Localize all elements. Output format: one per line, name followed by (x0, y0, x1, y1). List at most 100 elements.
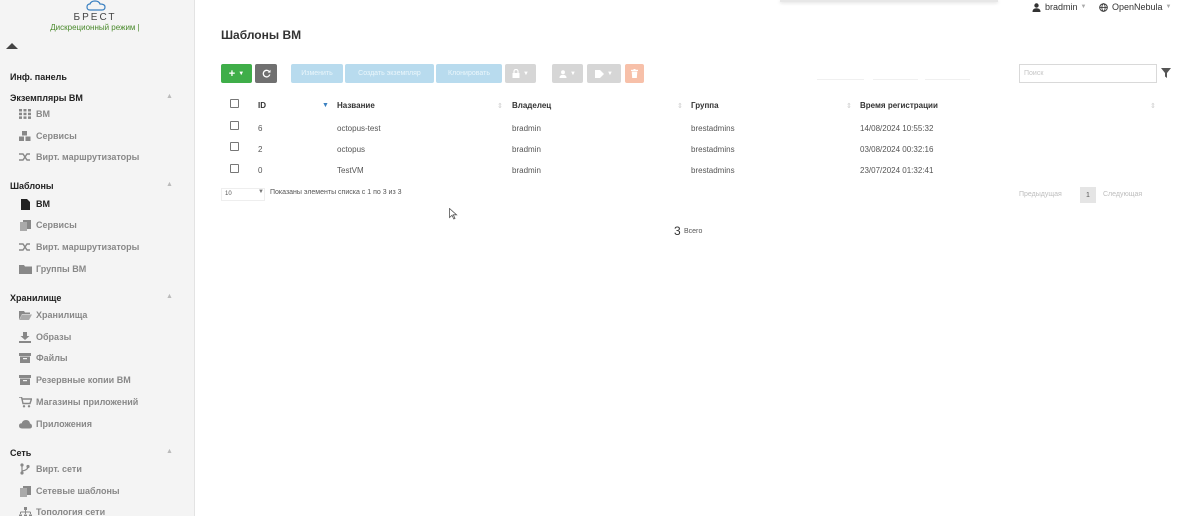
chevron-down-icon: ▼ (570, 70, 576, 77)
sort-icon[interactable]: ⇕ (1150, 102, 1156, 110)
total-label: Всего (684, 228, 703, 235)
sidebar-item-vnets[interactable]: Вирт. сети (18, 462, 82, 476)
column-header-group[interactable]: Группа (691, 101, 719, 110)
sidebar-item-label: Файлы (36, 353, 68, 363)
sidebar-item-dashboard[interactable]: Инф. панель (10, 72, 67, 82)
sort-icon[interactable]: ⇕ (497, 102, 503, 110)
section-caret-icon[interactable]: ▲ (166, 293, 173, 300)
sidebar-item-datastores[interactable]: Хранилища (18, 308, 87, 322)
grid-icon (18, 108, 32, 120)
section-network[interactable]: Сеть (10, 448, 31, 458)
chevron-down-icon[interactable]: ▼ (258, 189, 264, 195)
page-title: Шаблоны ВМ (221, 28, 302, 42)
cell-id[interactable]: 2 (258, 145, 262, 154)
random-icon (18, 151, 32, 163)
copy-icon (18, 485, 32, 497)
total-count: 3 (674, 224, 681, 238)
sidebar-item-apps[interactable]: Приложения (18, 417, 92, 431)
collapse-sidebar-icon[interactable] (6, 43, 18, 49)
sidebar-item-images[interactable]: Образы (18, 330, 71, 344)
labels-button[interactable]: ▼ (587, 64, 621, 83)
cell-name[interactable]: octopus-test (337, 124, 381, 133)
column-header-id[interactable]: ID (258, 101, 266, 110)
cell-time[interactable]: 23/07/2024 01:32:41 (860, 166, 933, 175)
archive-icon (18, 352, 32, 364)
sort-icon[interactable]: ⇕ (846, 102, 852, 110)
sidebar-item-vrouter-templates[interactable]: Вирт. маршрутизаторы (18, 240, 139, 254)
section-storage[interactable]: Хранилище (10, 293, 61, 303)
mode-label: Дискреционный режим | (50, 23, 140, 32)
sitemap-icon (18, 506, 32, 516)
lock-button[interactable]: ▼ (505, 64, 536, 83)
sidebar-item-label: Сервисы (36, 131, 77, 141)
zone-menu[interactable]: OpenNebula ▼ (1099, 2, 1172, 12)
cell-group[interactable]: brestadmins (691, 124, 735, 133)
user-icon (559, 69, 567, 78)
update-button[interactable]: Изменить (291, 64, 343, 83)
previous-page-button[interactable]: Предыдущая (1019, 191, 1062, 198)
page-1-button[interactable]: 1 (1080, 187, 1096, 203)
sort-icon[interactable]: ⇕ (677, 102, 683, 110)
sidebar: БРЕСТ Дискреционный режим | Инф. панель … (0, 0, 195, 516)
refresh-button[interactable] (255, 64, 277, 83)
lock-icon (512, 69, 520, 78)
mouse-cursor-icon (449, 208, 458, 220)
sidebar-item-vrouters[interactable]: Вирт. маршрутизаторы (18, 150, 139, 164)
row-checkbox[interactable] (230, 142, 239, 151)
sidebar-item-services[interactable]: Сервисы (18, 129, 77, 143)
user-menu[interactable]: bradmin ▼ (1032, 2, 1086, 12)
cart-icon (18, 396, 32, 408)
section-caret-icon[interactable]: ▲ (166, 448, 173, 455)
section-vm-instances[interactable]: Экземпляры ВМ (10, 93, 83, 103)
cell-name[interactable]: octopus (337, 145, 365, 154)
cell-time[interactable]: 14/08/2024 10:55:32 (860, 124, 933, 133)
sidebar-item-vm-groups[interactable]: Группы ВМ (18, 262, 86, 276)
column-header-registration-time[interactable]: Время регистрации (860, 101, 938, 110)
create-button[interactable]: + ▼ (221, 64, 252, 83)
archive-icon (18, 374, 32, 386)
folder-icon (18, 263, 32, 275)
divider (925, 79, 970, 80)
sidebar-item-files[interactable]: Файлы (18, 351, 68, 365)
sidebar-item-label: Хранилища (36, 310, 88, 320)
refresh-icon (262, 69, 270, 78)
clone-button[interactable]: Клонировать (436, 64, 502, 83)
cell-group[interactable]: brestadmins (691, 145, 735, 154)
cloud-logo-icon (86, 0, 106, 11)
cell-id[interactable]: 6 (258, 124, 262, 133)
row-checkbox[interactable] (230, 121, 239, 130)
cell-id[interactable]: 0 (258, 166, 262, 175)
cell-owner[interactable]: bradmin (512, 124, 541, 133)
logo[interactable]: БРЕСТ Дискреционный режим | (0, 0, 175, 40)
next-page-button[interactable]: Следующая (1103, 191, 1142, 198)
cell-owner[interactable]: bradmin (512, 145, 541, 154)
section-caret-icon[interactable]: ▲ (166, 181, 173, 188)
cell-time[interactable]: 03/08/2024 00:32:16 (860, 145, 933, 154)
search-input[interactable]: Поиск (1019, 64, 1157, 83)
sidebar-item-vms[interactable]: ВМ (18, 107, 50, 121)
row-checkbox[interactable] (230, 164, 239, 173)
cell-name[interactable]: TestVM (337, 166, 364, 175)
sort-desc-icon[interactable]: ▼ (322, 102, 329, 109)
delete-button[interactable] (625, 64, 644, 83)
cubes-icon (18, 130, 32, 142)
column-header-owner[interactable]: Владелец (512, 101, 551, 110)
sidebar-item-vm-templates[interactable]: ВМ (18, 197, 50, 211)
cell-group[interactable]: brestadmins (691, 166, 735, 175)
select-all-checkbox[interactable] (230, 99, 239, 108)
sidebar-item-vnet-templates[interactable]: Сетевые шаблоны (18, 484, 120, 498)
instantiate-button[interactable]: Создать экземпляр (345, 64, 434, 83)
sidebar-item-topology[interactable]: Топология сети (18, 505, 105, 516)
section-templates[interactable]: Шаблоны (10, 181, 54, 191)
chevron-down-icon: ▼ (523, 70, 529, 77)
cell-owner[interactable]: bradmin (512, 166, 541, 175)
copy-icon (18, 219, 32, 231)
section-caret-icon[interactable]: ▲ (166, 93, 173, 100)
sidebar-item-marketplaces[interactable]: Магазины приложений (18, 395, 138, 409)
sidebar-item-label: Магазины приложений (36, 397, 139, 407)
sidebar-item-backups[interactable]: Резервные копии ВМ (18, 373, 131, 387)
column-header-name[interactable]: Название (337, 101, 375, 110)
change-owner-button[interactable]: ▼ (552, 64, 583, 83)
sidebar-item-service-templates[interactable]: Сервисы (18, 218, 77, 232)
filter-icon[interactable] (1161, 68, 1171, 78)
